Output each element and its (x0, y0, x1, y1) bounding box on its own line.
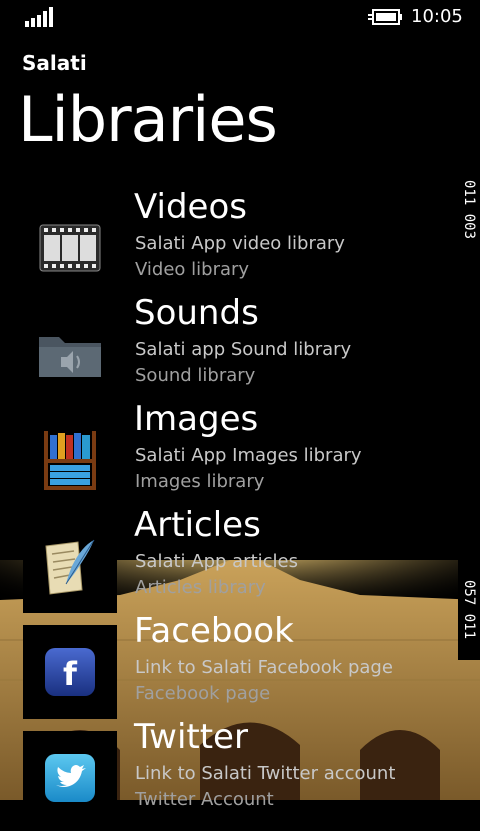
sound-folder-icon (23, 307, 117, 401)
quill-paper-icon (23, 519, 117, 613)
item-title: Videos (134, 187, 247, 227)
clock: 10:05 (411, 6, 463, 27)
battery-charging-icon (368, 8, 402, 26)
item-subtitle: Salati App video library (135, 233, 345, 254)
app-title: Salati (22, 51, 87, 75)
list-item-facebook[interactable]: f Facebook Link to Salati Facebook page … (0, 611, 458, 725)
item-title: Facebook (134, 611, 294, 651)
list-item-articles[interactable]: Articles Salati App articles Articles li… (0, 505, 458, 619)
item-subtitle: Link to Salati Twitter account (135, 763, 396, 784)
item-subtitle: Salati app Sound library (135, 339, 352, 360)
item-subtitle: Salati App Images library (135, 445, 362, 466)
twitter-icon (23, 731, 117, 825)
item-detail: Video library (135, 259, 250, 280)
item-detail: Images library (135, 471, 265, 492)
item-title: Twitter (134, 717, 248, 757)
item-subtitle: Link to Salati Facebook page (135, 657, 393, 678)
status-bar: 10:05 (0, 0, 480, 36)
item-subtitle: Salati App articles (135, 551, 298, 572)
item-title: Articles (134, 505, 261, 545)
item-title: Images (134, 399, 259, 439)
item-detail: Sound library (135, 365, 256, 386)
item-title: Sounds (134, 293, 259, 333)
list-item-sounds[interactable]: Sounds Salati app Sound library Sound li… (0, 293, 458, 407)
list-item-images[interactable]: Images Salati App Images library Images … (0, 399, 458, 513)
item-detail: Articles library (135, 577, 266, 598)
signal-bars-icon (25, 7, 55, 27)
side-code-top: 011 003 (458, 160, 480, 260)
svg-text:f: f (63, 655, 78, 693)
list-item-videos[interactable]: Videos Salati App video library Video li… (0, 187, 458, 301)
bookshelf-icon (23, 413, 117, 507)
film-icon (23, 201, 117, 295)
item-detail: Facebook page (135, 683, 271, 704)
side-code-bottom: 057 011 (458, 560, 480, 660)
list-item-twitter[interactable]: Twitter Link to Salati Twitter account T… (0, 717, 458, 831)
facebook-icon: f (23, 625, 117, 719)
page-title: Libraries (18, 83, 278, 156)
